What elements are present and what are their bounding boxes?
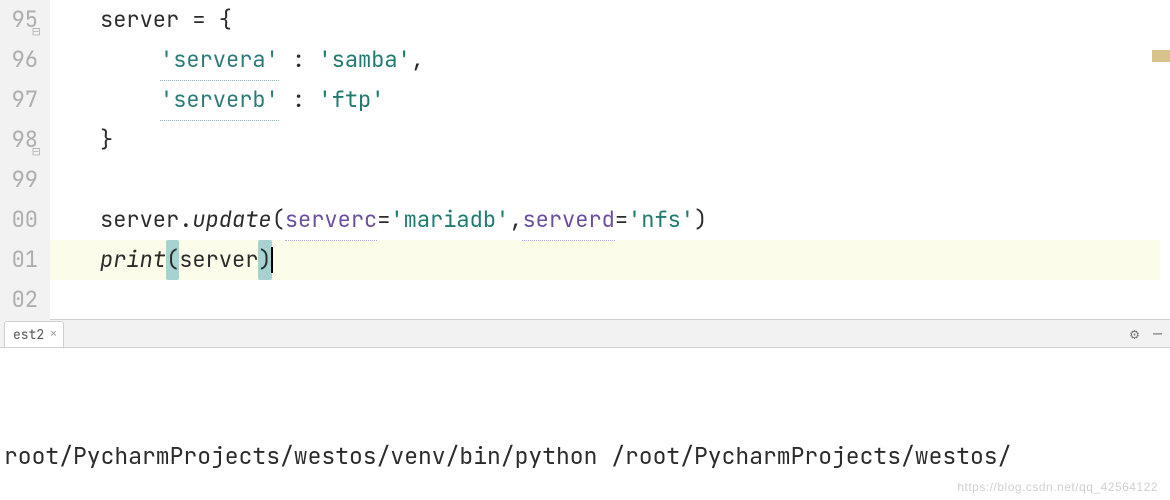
- punctuation: .: [179, 200, 192, 240]
- run-tab[interactable]: est2 ✕: [4, 321, 64, 347]
- code-line-current[interactable]: print(server): [50, 240, 1160, 280]
- string-literal: 'ftp': [318, 80, 384, 120]
- line-number: 01: [0, 240, 38, 280]
- kwarg-name: serverd: [522, 200, 614, 241]
- line-number: 00: [0, 200, 38, 240]
- string-literal: 'mariadb': [390, 200, 509, 240]
- punctuation: ,: [509, 200, 522, 240]
- line-number: 02: [0, 280, 38, 320]
- variable: server: [100, 0, 179, 40]
- punctuation: =: [615, 200, 628, 240]
- kwarg-name: serverc: [285, 200, 377, 241]
- paren-open: (: [166, 240, 179, 280]
- minimize-icon[interactable]: —: [1153, 324, 1162, 344]
- punctuation: :: [279, 40, 319, 80]
- string-literal: 'nfs': [628, 200, 694, 240]
- variable: server: [100, 200, 179, 240]
- code-line[interactable]: [50, 280, 1170, 320]
- punctuation: = {: [179, 0, 232, 40]
- method-name: update: [192, 200, 271, 240]
- gear-icon[interactable]: ⚙: [1130, 324, 1139, 344]
- punctuation: =: [377, 200, 390, 240]
- text-cursor: [271, 247, 273, 273]
- code-content[interactable]: ⊟ server = { 'servera' : 'samba', 'serve…: [50, 0, 1170, 320]
- punctuation: }: [100, 120, 113, 160]
- code-line[interactable]: 'servera' : 'samba',: [50, 40, 1170, 80]
- tool-window-actions: ⚙ —: [1130, 324, 1162, 344]
- code-line[interactable]: ⊟ server = {: [50, 0, 1170, 40]
- code-line[interactable]: server.update(serverc='mariadb',serverd=…: [50, 200, 1170, 240]
- fold-marker-icon[interactable]: ⊟: [32, 12, 40, 52]
- dict-key: 'servera': [160, 40, 279, 81]
- console-output[interactable]: root/PycharmProjects/westos/venv/bin/pyt…: [0, 348, 1170, 500]
- punctuation: (: [272, 200, 285, 240]
- watermark-text: https://blog.csdn.net/qq_42564122: [957, 480, 1158, 494]
- run-tab-bar: est2 ✕ ⚙ —: [0, 320, 1170, 348]
- close-icon[interactable]: ✕: [50, 327, 57, 341]
- code-line[interactable]: 'serverb' : 'ftp': [50, 80, 1170, 120]
- gutter: 95 96 97 98 99 00 01 02: [0, 0, 50, 320]
- minimap-marker: [1152, 50, 1170, 62]
- string-literal: 'samba': [318, 40, 410, 80]
- code-area: 95 96 97 98 99 00 01 02 ⊟ server = { 'se…: [0, 0, 1170, 320]
- run-tool-window: est2 ✕ ⚙ — root/PycharmProjects/westos/v…: [0, 320, 1170, 500]
- punctuation: ): [694, 200, 707, 240]
- line-number: 97: [0, 80, 38, 120]
- code-editor: 95 96 97 98 99 00 01 02 ⊟ server = { 'se…: [0, 0, 1170, 320]
- fold-marker-icon[interactable]: ⊟: [32, 132, 40, 172]
- builtin-call: print: [100, 240, 166, 280]
- console-line: root/PycharmProjects/westos/venv/bin/pyt…: [4, 436, 1166, 476]
- code-line[interactable]: ⊟ }: [50, 120, 1170, 160]
- punctuation: :: [279, 80, 319, 120]
- punctuation: ,: [411, 40, 424, 80]
- code-line[interactable]: [50, 160, 1170, 200]
- dict-key: 'serverb': [160, 80, 279, 121]
- variable: server: [179, 240, 258, 280]
- run-tab-label: est2: [13, 326, 44, 343]
